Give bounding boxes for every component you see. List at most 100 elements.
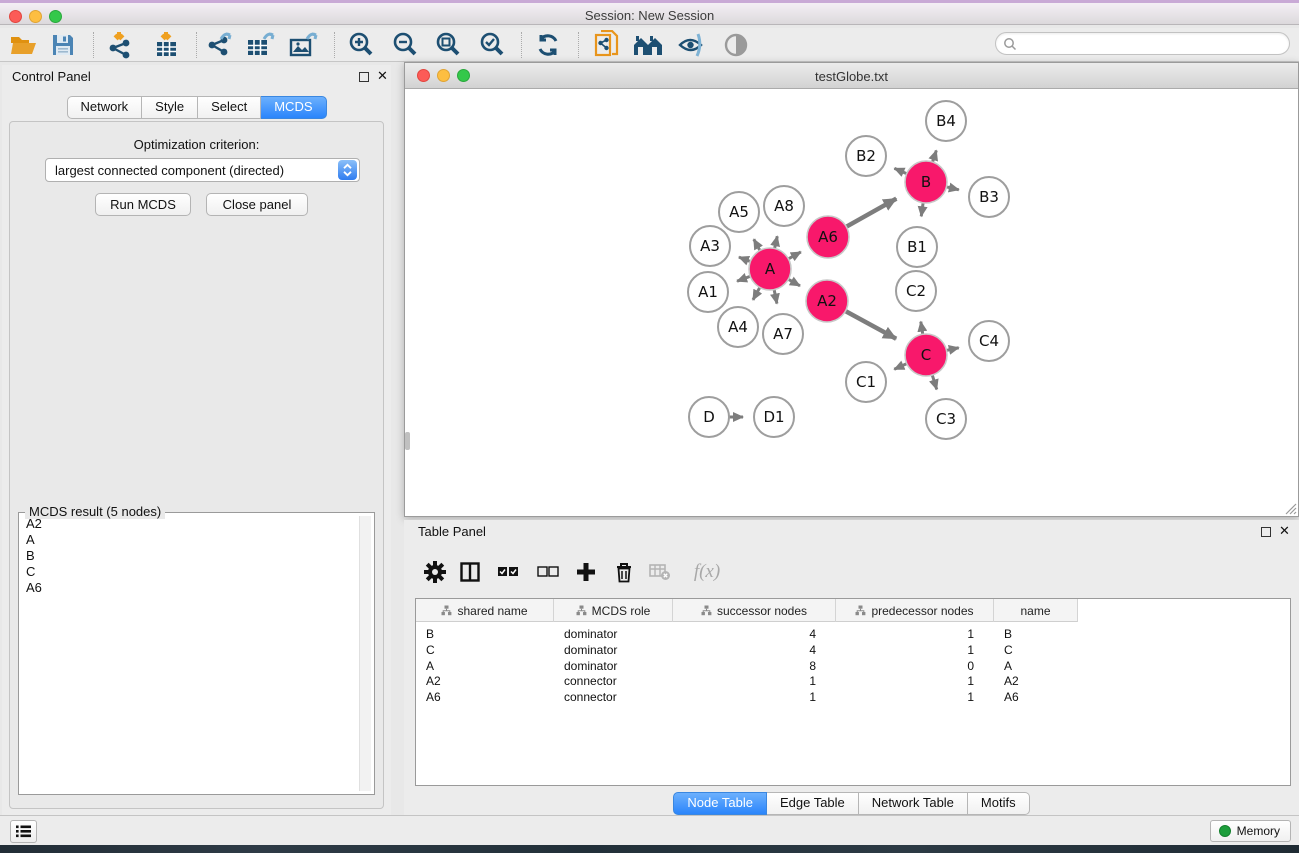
control-panel-title: Control Panel [12,69,91,84]
float-panel-icon[interactable] [359,72,369,82]
memory-button[interactable]: Memory [1210,820,1291,842]
zoom-out-icon[interactable] [388,30,422,60]
zoom-selected-icon[interactable] [475,30,509,60]
cell-predecessor-nodes[interactable]: 1 [836,673,994,689]
mcds-list-scrollbar[interactable] [359,516,371,791]
cell-successor-nodes[interactable]: 4 [673,642,836,658]
tab-edge-table[interactable]: Edge Table [767,792,859,815]
edge-A6-B[interactable] [844,199,897,229]
table-row[interactable]: A6connector11A6 [416,689,1078,705]
welcome-screen-icon[interactable] [631,30,665,60]
table-row[interactable]: Cdominator41C [416,642,1078,658]
cell-shared-name[interactable]: A6 [416,689,554,705]
cell-successor-nodes[interactable]: 4 [673,626,836,642]
show-hide-columns-icon[interactable] [454,556,486,588]
show-details-icon[interactable] [719,30,753,60]
cell-name[interactable]: A [994,658,1078,674]
cell-MCDS-role[interactable]: dominator [554,658,673,674]
edge-A2-C[interactable] [843,310,896,339]
column-header-successor-nodes[interactable]: successor nodes [673,599,836,622]
toggle-graphics-details-icon[interactable] [674,30,708,60]
window-resize-grip[interactable] [1284,502,1297,515]
cell-MCDS-role[interactable]: dominator [554,626,673,642]
column-header-MCDS-role[interactable]: MCDS role [554,599,673,622]
cell-successor-nodes[interactable]: 1 [673,689,836,705]
table-row[interactable]: A2connector11A2 [416,673,1078,689]
tab-node-table[interactable]: Node Table [673,792,767,815]
import-network-icon[interactable] [103,30,137,60]
network-graph[interactable]: B4B2BB3B1A5A8A3A6AA1A4A7A2C2C4CC1C3DD1 [405,89,1298,516]
mcds-result-item[interactable]: A2 [22,516,358,532]
cell-shared-name[interactable]: A [416,658,554,674]
network-canvas[interactable]: B4B2BB3B1A5A8A3A6AA1A4A7A2C2C4CC1C3DD1 [405,89,1298,516]
tab-motifs[interactable]: Motifs [968,792,1030,815]
optimization-criterion-dropdown[interactable]: largest connected component (directed) [45,158,360,182]
mcds-result-item[interactable]: B [22,548,358,564]
network-vertical-scrollbar-thumb[interactable] [405,432,410,450]
create-column-icon[interactable] [570,556,602,588]
desktop-background-strip [0,845,1299,853]
table-header-row: shared nameMCDS rolesuccessor nodesprede… [416,599,1078,622]
mcds-result-item[interactable]: C [22,564,358,580]
run-mcds-button[interactable]: Run MCDS [95,193,191,216]
cell-predecessor-nodes[interactable]: 1 [836,626,994,642]
cell-shared-name[interactable]: B [416,626,554,642]
close-panel-icon[interactable]: ✕ [377,68,388,84]
deselect-all-icon[interactable] [532,556,564,588]
mcds-result-item[interactable]: A [22,532,358,548]
delete-table-icon[interactable] [644,556,676,588]
node-label-A2: A2 [817,292,837,310]
zoom-fit-icon[interactable] [431,30,465,60]
cell-predecessor-nodes[interactable]: 1 [836,642,994,658]
float-panel-icon[interactable] [1261,527,1271,537]
cell-predecessor-nodes[interactable]: 1 [836,689,994,705]
cell-MCDS-role[interactable]: connector [554,673,673,689]
column-header-name[interactable]: name [994,599,1078,622]
export-network-icon[interactable] [202,30,236,60]
mcds-result-group: MCDS result (5 nodes) A2ABCA6 [18,512,375,795]
node-label-C3: C3 [936,410,956,428]
close-panel-icon[interactable]: ✕ [1279,523,1290,539]
table-panel-header: Table Panel ✕ [404,520,1299,544]
cell-name[interactable]: B [994,626,1078,642]
search-input[interactable] [1017,35,1289,53]
mcds-result-item[interactable]: A6 [22,580,358,596]
select-all-icon[interactable] [492,556,524,588]
tab-network[interactable]: Network [66,96,142,119]
apply-layout-icon[interactable] [531,30,565,60]
save-icon[interactable] [46,30,80,60]
cell-shared-name[interactable]: A2 [416,673,554,689]
table-row[interactable]: Adominator80A [416,658,1078,674]
column-header-predecessor-nodes[interactable]: predecessor nodes [836,599,994,622]
import-table-icon[interactable] [149,30,183,60]
open-file-icon[interactable] [6,30,40,60]
memory-status-dot-icon [1219,825,1231,837]
cell-successor-nodes[interactable]: 1 [673,673,836,689]
show-panels-menu-button[interactable] [10,820,37,843]
optimization-criterion-label: Optimization criterion: [10,137,383,152]
cell-name[interactable]: A6 [994,689,1078,705]
tab-style[interactable]: Style [142,96,198,119]
cell-predecessor-nodes[interactable]: 0 [836,658,994,674]
tab-mcds[interactable]: MCDS [261,96,326,119]
function-builder-icon[interactable]: f(x) [685,556,729,588]
cell-shared-name[interactable]: C [416,642,554,658]
delete-columns-icon[interactable] [608,556,640,588]
mcds-result-list[interactable]: A2ABCA6 [22,516,358,791]
column-header-shared-name[interactable]: shared name [416,599,554,622]
tab-select[interactable]: Select [198,96,261,119]
zoom-in-icon[interactable] [344,30,378,60]
node-attribute-table[interactable]: shared nameMCDS rolesuccessor nodesprede… [415,598,1291,786]
export-image-icon[interactable] [287,30,321,60]
close-panel-button[interactable]: Close panel [206,193,308,216]
cell-MCDS-role[interactable]: connector [554,689,673,705]
cell-successor-nodes[interactable]: 8 [673,658,836,674]
cell-MCDS-role[interactable]: dominator [554,642,673,658]
cell-name[interactable]: C [994,642,1078,658]
cell-name[interactable]: A2 [994,673,1078,689]
table-row[interactable]: Bdominator41B [416,626,1078,642]
new-network-from-selection-icon[interactable] [590,30,624,60]
export-table-icon[interactable] [244,30,278,60]
tab-network-table[interactable]: Network Table [859,792,968,815]
settings-gear-icon[interactable] [419,556,451,588]
